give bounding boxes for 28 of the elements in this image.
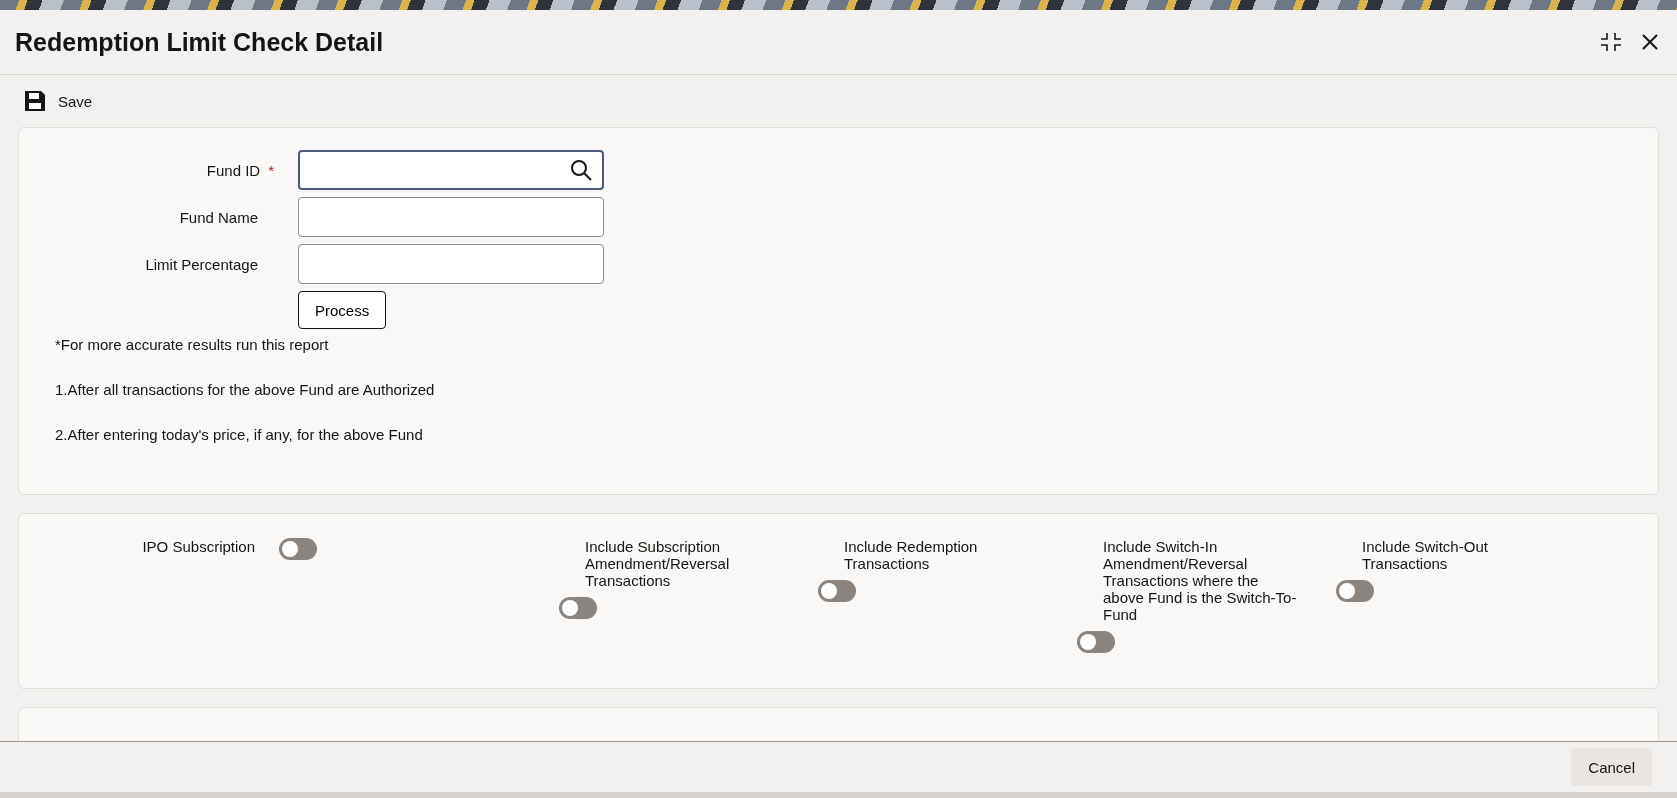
save-icon xyxy=(24,90,46,112)
toggle-switch[interactable] xyxy=(1336,580,1374,602)
required-mark: * xyxy=(268,161,274,179)
toggle-switch[interactable] xyxy=(279,538,317,560)
note-text: 2.After entering today's price, if any, for the above Fund xyxy=(55,426,424,443)
window-title: Redemption Limit Check Detail xyxy=(15,27,384,57)
input-field[interactable] xyxy=(298,197,604,237)
field-label: Fund ID * xyxy=(206,161,274,179)
option-label: Include Switch-In Amendment/Reversal Transactions where the above Fund is the Switch-To-Fund xyxy=(1102,538,1298,623)
cancel-button[interactable]: Cancel xyxy=(1571,748,1652,786)
toggle-switch[interactable] xyxy=(1077,631,1115,653)
input-field[interactable] xyxy=(298,150,604,190)
field-label: Fund Name xyxy=(179,208,259,226)
toggle-switch[interactable] xyxy=(818,580,856,602)
option-label: Include Switch-Out Transactions xyxy=(1361,538,1489,572)
toggle-switch[interactable] xyxy=(559,597,597,619)
save-button[interactable]: Save xyxy=(24,90,93,112)
search-icon[interactable] xyxy=(570,159,592,181)
option-label: Include Subscription Amendment/Reversal Transactions xyxy=(584,538,731,589)
option-label: IPO Subscription xyxy=(141,538,255,555)
process-button[interactable]: Process xyxy=(298,291,387,329)
input-field[interactable] xyxy=(298,244,604,284)
minimize-icon[interactable] xyxy=(1599,30,1623,54)
option-label: Include Redemption Transactions xyxy=(843,538,979,572)
note-text: *For more accurate results run this report xyxy=(55,336,330,353)
note-text: 1.After all transactions for the above Fund are Authorized xyxy=(55,381,436,398)
field-label: Limit Percentage xyxy=(145,255,259,273)
close-icon[interactable] xyxy=(1641,33,1659,51)
